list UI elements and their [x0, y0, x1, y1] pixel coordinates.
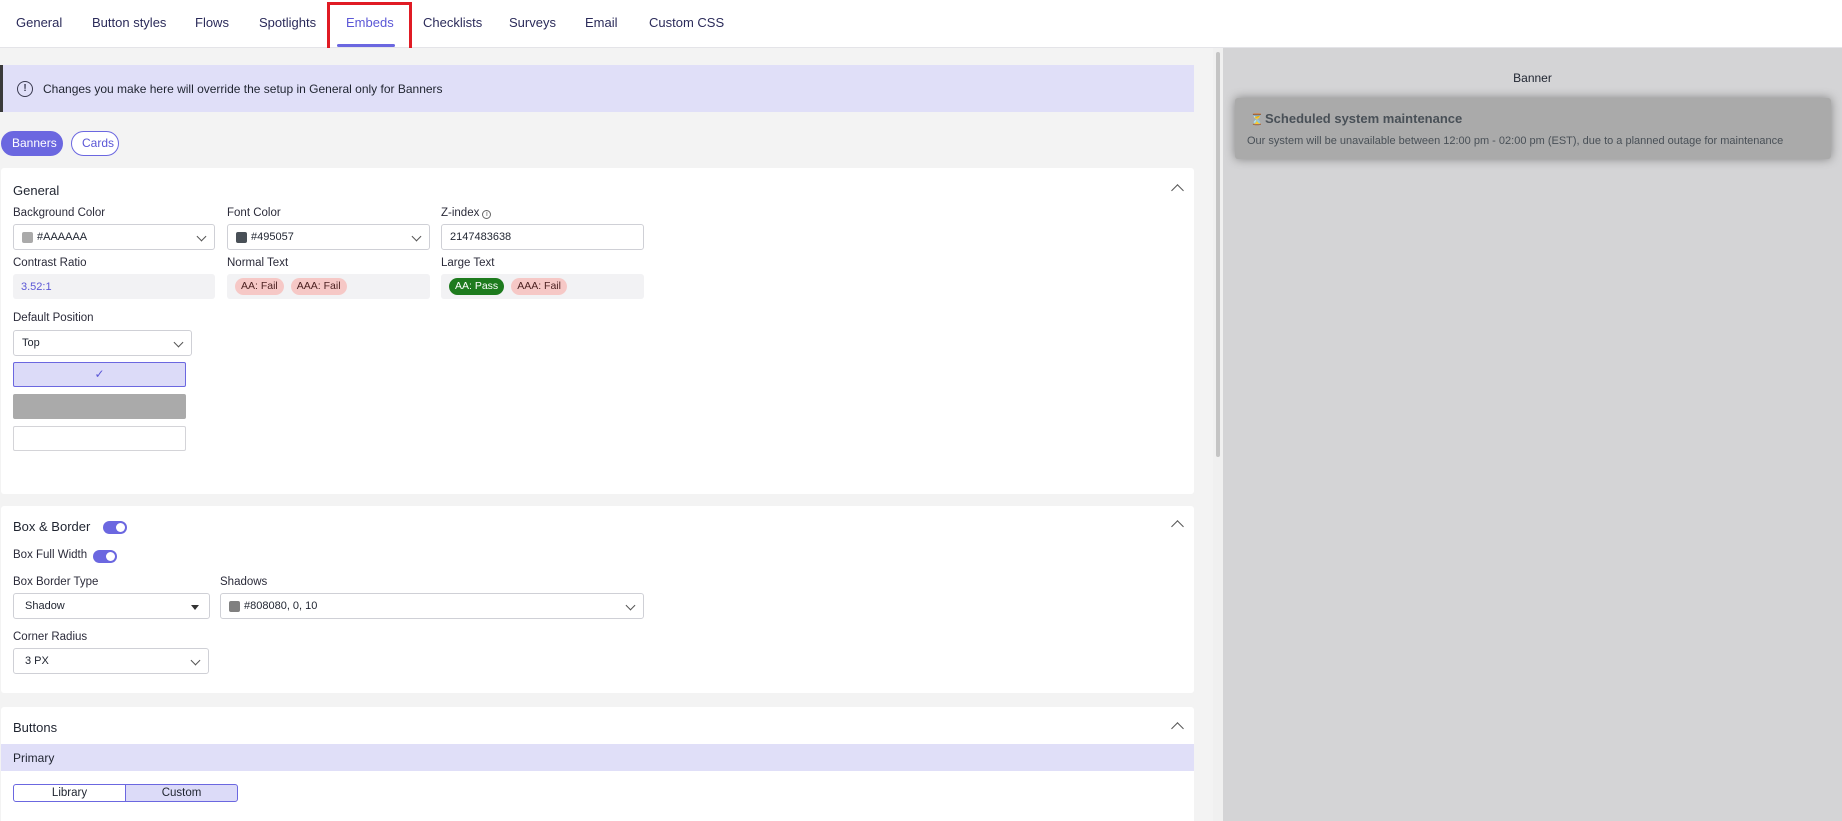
box-border-type-value: Shadow [25, 600, 65, 612]
settings-scrollbar[interactable] [1213, 48, 1223, 821]
chevron-up-icon[interactable] [1171, 520, 1184, 533]
hourglass-icon: ⏳ [1250, 114, 1264, 126]
box-border-section: Box & Border Box Full Width Box Border T… [1, 506, 1194, 693]
position-option-top[interactable]: ✓ [13, 362, 186, 387]
tab-surveys[interactable]: Surveys [509, 0, 556, 46]
general-section: General Background Color #AAAAAA Font Co… [1, 168, 1194, 494]
large-aaa-badge: AAA: Fail [511, 278, 567, 295]
chevron-down-icon [411, 231, 422, 242]
shadows-select[interactable]: #808080, 0, 10 [220, 593, 644, 619]
default-position-select[interactable]: Top [13, 330, 192, 356]
tab-checklists[interactable]: Checklists [423, 0, 482, 46]
top-tab-bar: General Button styles Flows Spotlights E… [0, 0, 1842, 48]
box-border-type-select[interactable]: Shadow [13, 593, 210, 619]
info-icon[interactable]: i [482, 210, 492, 219]
chevron-down-icon [196, 231, 207, 242]
color-swatch [229, 600, 240, 612]
section-title: General [13, 183, 60, 198]
large-text-results: AA: Pass AAA: Fail [441, 274, 644, 299]
large-text-label: Large Text [441, 257, 495, 269]
chevron-down-icon [625, 600, 636, 611]
buttons-section: Buttons Primary Library Custom [1, 707, 1194, 821]
contrast-ratio-label: Contrast Ratio [13, 257, 87, 269]
box-border-toggle[interactable] [103, 521, 127, 534]
corner-radius-value: 3 PX [25, 655, 49, 667]
chevron-up-icon[interactable] [1171, 184, 1184, 197]
tab-custom-css[interactable]: Custom CSS [649, 0, 724, 46]
box-border-type-label: Box Border Type [13, 576, 99, 588]
default-position-value: Top [22, 337, 40, 349]
position-option-middle[interactable] [13, 394, 186, 419]
normal-text-label: Normal Text [227, 257, 289, 269]
preview-title: Banner [1513, 71, 1552, 85]
subtab-banners[interactable]: Banners [1, 131, 63, 156]
info-circle-icon: ! [17, 80, 33, 97]
z-index-value: 2147483638 [450, 231, 512, 243]
chevron-down-icon [190, 655, 201, 666]
tab-spotlights[interactable]: Spotlights [259, 0, 316, 46]
tab-flows[interactable]: Flows [195, 0, 229, 46]
banner-text: Our system will be unavailable between 1… [1247, 135, 1784, 147]
contrast-ratio-value: 3.52:1 [13, 274, 215, 299]
background-color-label: Background Color [13, 207, 106, 219]
chevron-up-icon[interactable] [1171, 722, 1184, 735]
override-notice: ! Changes you make here will override th… [0, 65, 1194, 112]
banner-title: Scheduled system maintenance [1265, 111, 1463, 126]
tab-general[interactable]: General [16, 0, 62, 46]
tab-button-styles[interactable]: Button styles [92, 0, 166, 46]
chevron-down-icon [173, 337, 184, 348]
background-color-select[interactable]: #AAAAAA [13, 224, 215, 250]
large-aa-badge: AA: Pass [449, 278, 505, 295]
subtab-cards[interactable]: Cards [71, 131, 119, 156]
box-full-width-label: Box Full Width [13, 549, 88, 561]
tab-email[interactable]: Email [585, 0, 618, 46]
normal-aa-badge: AA: Fail [235, 278, 284, 295]
corner-radius-select[interactable]: 3 PX [13, 648, 209, 674]
normal-text-results: AA: Fail AAA: Fail [227, 274, 430, 299]
embeds-tab-highlight-box [327, 2, 412, 52]
normal-aaa-badge: AAA: Fail [290, 278, 347, 295]
corner-radius-label: Corner Radius [13, 631, 88, 643]
banner-preview: ⏳ Scheduled system maintenance Our syste… [1235, 98, 1831, 159]
font-color-select[interactable]: #495057 [227, 224, 430, 250]
position-option-bottom[interactable] [13, 426, 186, 451]
default-position-label: Default Position [13, 312, 94, 324]
shadows-label: Shadows [220, 576, 268, 588]
z-index-input[interactable]: 2147483638 [441, 224, 644, 250]
background-color-value: #AAAAAA [37, 231, 88, 243]
scrollbar-thumb[interactable] [1216, 52, 1220, 457]
box-full-width-toggle[interactable] [93, 550, 117, 563]
font-color-value: #495057 [251, 231, 294, 243]
font-color-label: Font Color [227, 207, 281, 219]
z-index-label: Z-index i [441, 207, 492, 219]
preview-pane: Banner ⏳ Scheduled system maintenance Ou… [1223, 48, 1842, 821]
settings-pane: ! Changes you make here will override th… [0, 48, 1213, 821]
shadows-value: #808080, 0, 10 [244, 600, 318, 612]
custom-toggle-button[interactable]: Custom [125, 784, 238, 802]
section-title: Box & Border [13, 519, 91, 534]
section-title: Buttons [13, 720, 58, 735]
caret-down-icon [191, 605, 199, 610]
primary-button-header: Primary [1, 744, 1194, 771]
color-swatch [22, 231, 33, 243]
library-toggle-button[interactable]: Library [13, 784, 126, 802]
color-swatch [236, 231, 247, 243]
notice-text: Changes you make here will override the … [43, 81, 443, 96]
